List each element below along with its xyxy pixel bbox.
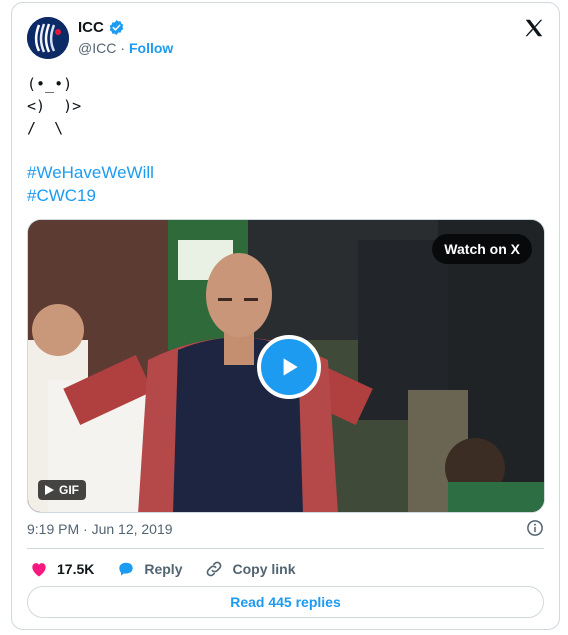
kaomoji-line-3: / \ [27,119,64,137]
kaomoji-line-2: <) )> [27,97,82,115]
watch-on-x-button[interactable]: Watch on X [432,234,532,264]
hashtag-wehavewewill[interactable]: #WeHaveWeWill [27,161,154,184]
reply-bubble-icon [119,562,134,576]
tweet-timestamp[interactable]: 9:19 PM · Jun 12, 2019 [27,521,173,537]
heart-icon [32,563,46,577]
reply-button[interactable]: Reply [116,559,182,579]
verified-badge-icon [109,20,124,35]
author-handle[interactable]: @ICC [78,40,116,56]
gif-media[interactable]: Watch on X GIF [27,219,545,513]
info-icon[interactable] [526,519,544,537]
play-icon [283,358,298,376]
hashtag-cwc19[interactable]: #CWC19 [27,184,154,207]
icc-logo-icon [27,17,69,59]
icc-logo-avatar[interactable] [27,17,69,59]
tweet-card: ICC @ICC · Follow (•_•) <) )> / \ #WeHav… [11,2,560,630]
author-name[interactable]: ICC [78,19,104,36]
author-name-row: ICC [78,19,125,36]
separator-dot: · [120,40,125,56]
action-bar: 17.5K Reply Copy link [29,559,318,579]
divider [27,548,544,549]
like-button[interactable]: 17.5K [29,559,94,579]
copy-link-button[interactable]: Copy link [204,559,296,579]
read-replies-button[interactable]: Read 445 replies [27,586,544,618]
x-logo-icon[interactable] [523,17,545,39]
follow-button[interactable]: Follow [129,40,173,56]
link-icon [207,561,222,577]
read-replies-label: Read 445 replies [230,594,341,610]
small-play-icon [45,485,54,495]
copy-link-label: Copy link [232,561,296,577]
kaomoji-line-1: (•_•) [27,75,73,93]
gif-label: GIF [59,483,79,497]
play-button[interactable] [257,335,321,399]
like-count: 17.5K [57,561,95,577]
gif-badge: GIF [38,480,86,500]
handle-row: @ICC · Follow [78,40,173,56]
reply-label: Reply [144,561,183,577]
tweet-text: (•_•) <) )> / \ #WeHaveWeWill #CWC19 [27,73,154,207]
